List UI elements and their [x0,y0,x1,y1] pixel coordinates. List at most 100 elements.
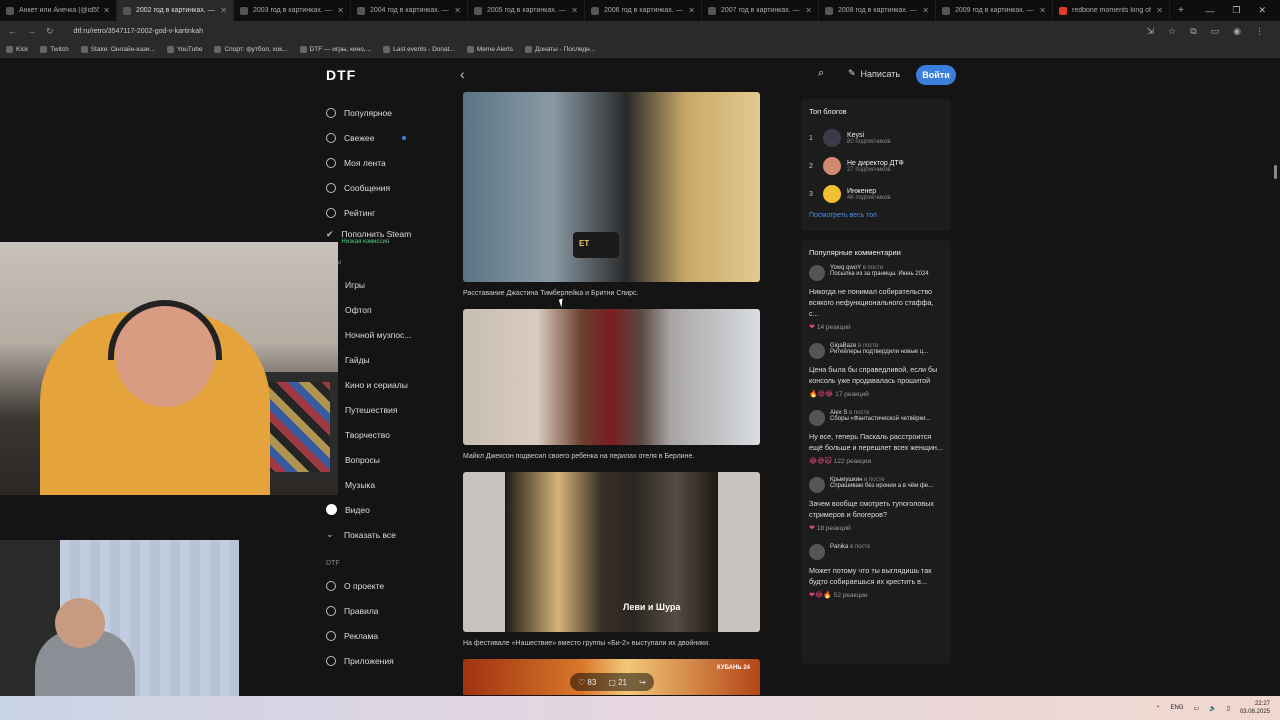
comment-item[interactable]: GigaBaze в посте Ритейлеры подтвердили но… [809,343,943,398]
top-blogs-show-all[interactable]: Посмотреть весь топ [809,212,943,219]
scrollbar-thumb[interactable] [1274,165,1277,179]
dtf-item[interactable]: Правила [326,598,446,623]
comment-item[interactable]: Крымушкин в посте Спрашиваю без иронии а … [809,477,943,532]
show-all-button[interactable]: ⌄ Показать все [326,522,446,547]
subsite-item[interactable]: Кино и сериалы [326,372,446,397]
language-indicator[interactable]: ENG [1170,705,1183,711]
search-icon[interactable]: ⌕ [818,67,824,80]
network-icon[interactable]: ▭ [1194,705,1200,712]
split-view-icon[interactable]: ▭ [1211,26,1220,37]
menu-icon[interactable]: ⋮ [1255,26,1264,37]
bookmark-item[interactable]: Twitch [40,45,69,53]
dtf-logo[interactable]: DTF [326,67,356,83]
sidebar-item[interactable]: Моя лента [326,150,446,175]
bookmark-item[interactable]: Stake: Онлайн-кази... [80,45,155,53]
like-button[interactable]: ♡ 83 [578,678,596,687]
tab-close-icon[interactable]: ✕ [688,6,695,15]
bookmark-item[interactable]: Meme Alerts [466,45,513,53]
top-blog-row[interactable]: 3 Инженер 46 подписчиков [809,180,943,208]
browser-tab[interactable]: 2003 год в картинках. — Ретр ✕ [234,0,351,21]
comment-text[interactable]: Цена была бы справедливой, если бы консо… [809,364,943,386]
browser-tab[interactable]: 2007 год в картинках. — Ретр ✕ [702,0,819,21]
comment-text[interactable]: Никогда не понимал собирательство всяког… [809,286,943,319]
comment-reactions[interactable]: 🔥😄😂 17 реакций [809,390,943,399]
browser-tab[interactable]: 2008 год в картинках. — Ретр ✕ [819,0,936,21]
tab-close-icon[interactable]: ✕ [571,6,578,15]
bookmark-item[interactable]: DTF — игры, кино,... [299,45,371,53]
subsite-item[interactable]: Музыка [326,472,446,497]
subsite-item[interactable]: Вопросы [326,447,446,472]
bookmark-item[interactable]: Last events - Donat... [383,45,455,53]
tab-close-icon[interactable]: ✕ [922,6,929,15]
forward-icon[interactable]: → [27,26,36,36]
sidebar-item[interactable]: Рейтинг [326,200,446,225]
comment-post-title[interactable]: Спрашиваю без иронии а в чём фе... [830,483,933,489]
bookmark-item[interactable]: YouTube [166,45,202,53]
comment-post-title[interactable]: Посылка из за границы. Июнь 2024 [830,271,929,277]
browser-tab[interactable]: 2006 год в картинках. — Ретр ✕ [585,0,702,21]
login-button[interactable]: Войти [916,65,956,85]
tab-close-icon[interactable]: ✕ [337,6,344,15]
extensions-icon[interactable]: ⧉ [1190,26,1196,37]
comment-item[interactable]: Panika в посте Может потому что ты выгляд… [809,544,943,599]
reload-icon[interactable]: ↻ [46,26,54,37]
comment-reactions[interactable]: ❤😂🔥 52 реакции [809,591,943,600]
dtf-item[interactable]: Приложения [326,648,446,673]
top-blog-row[interactable]: 1 Keysi 80 подписчиков [809,124,943,152]
comment-text[interactable]: Может потому что ты выглядишь так будто … [809,565,943,587]
image-jackson-balcony[interactable] [463,309,760,445]
tab-close-icon[interactable]: ✕ [220,6,227,15]
tab-close-icon[interactable]: ✕ [1156,6,1163,15]
browser-tab[interactable]: Анкет или Анечка (@id5521... ✕ [0,0,117,21]
browser-tab[interactable]: 2009 год в картинках. — Ретр ✕ [936,0,1053,21]
comment-post-title[interactable]: Ритейлеры подтвердили новые ц... [830,349,928,355]
minimize-icon[interactable]: — [1205,6,1214,16]
subsite-item[interactable]: Путешествия [326,397,446,422]
bookmark-star-icon[interactable]: ☆ [1168,26,1176,37]
write-button[interactable]: ✎ Написать [848,68,900,79]
bookmark-item[interactable]: Kick [6,45,28,53]
clock[interactable]: 22:27 03.08.2025 [1240,700,1270,716]
comment-item[interactable]: Alex S в посте Сборы «Фантастической четв… [809,410,943,465]
profile-icon[interactable]: ◉ [1233,26,1241,37]
image-bi2-festival[interactable]: Леви и Шура [463,472,760,632]
restore-icon[interactable]: ❐ [1232,5,1240,16]
bookmark-item[interactable]: Спорт: футбол, хок... [214,45,288,53]
back-chevron-icon[interactable]: ‹ [460,66,465,82]
subsite-item[interactable]: Гайды [326,347,446,372]
browser-tab[interactable]: 2004 год в картинках. — Ретр ✕ [351,0,468,21]
close-icon[interactable]: ✕ [1258,5,1266,16]
subsite-item[interactable]: Ночной музпос... [326,322,446,347]
tray-chevron-icon[interactable]: ⌃ [1155,705,1160,712]
tab-close-icon[interactable]: ✕ [805,6,812,15]
comment-item[interactable]: Yowq qwoY в посте Посылка из за границы. … [809,265,943,331]
comment-reactions[interactable]: ❤ 14 реакций [809,323,943,332]
back-icon[interactable]: ← [8,26,17,36]
comment-author[interactable]: Panika [830,544,848,550]
tab-close-icon[interactable]: ✕ [454,6,461,15]
sidebar-item[interactable]: Свежее [326,125,446,150]
bookmark-item[interactable]: Донаты - Последн... [525,45,595,53]
tab-close-icon[interactable]: ✕ [103,6,110,15]
image-timberlake-spears[interactable]: ET [463,92,760,282]
browser-tab[interactable]: redbone moments king of hill ✕ [1053,0,1170,21]
comment-reactions[interactable]: ❤ 18 реакций [809,524,943,533]
subsite-item[interactable]: Игры [326,272,446,297]
comment-reactions[interactable]: 😂😅🙀 122 реакции [809,457,943,466]
subsite-item[interactable]: Офтоп [326,297,446,322]
tab-close-icon[interactable]: ✕ [1039,6,1046,15]
sidebar-item[interactable]: Популярное [326,100,446,125]
new-tab-icon[interactable]: + [1178,5,1184,16]
comment-post-title[interactable]: Сборы «Фантастической четвёрки... [830,416,930,422]
top-blog-row[interactable]: 2 Не директор ДТФ 27 подписчиков [809,152,943,180]
subsite-item[interactable]: Видео [326,497,446,522]
comment-text[interactable]: Зачем вообще смотреть тупоголовых стриме… [809,498,943,520]
browser-tab[interactable]: 2002 год в картинках. — Ретр ✕ [117,0,234,21]
sidebar-item[interactable]: Сообщения [326,175,446,200]
dtf-item[interactable]: Реклама [326,623,446,648]
dtf-item[interactable]: О проекте [326,573,446,598]
comments-button[interactable]: ▢ 21 [608,678,627,687]
url-field[interactable]: dtf.ru/retro/3547117-2002-god-v-kartinka… [74,28,1137,35]
comment-text[interactable]: Ну все, теперь Паскаль расстроится ещё б… [809,431,943,453]
battery-icon[interactable]: ▯ [1227,705,1230,712]
